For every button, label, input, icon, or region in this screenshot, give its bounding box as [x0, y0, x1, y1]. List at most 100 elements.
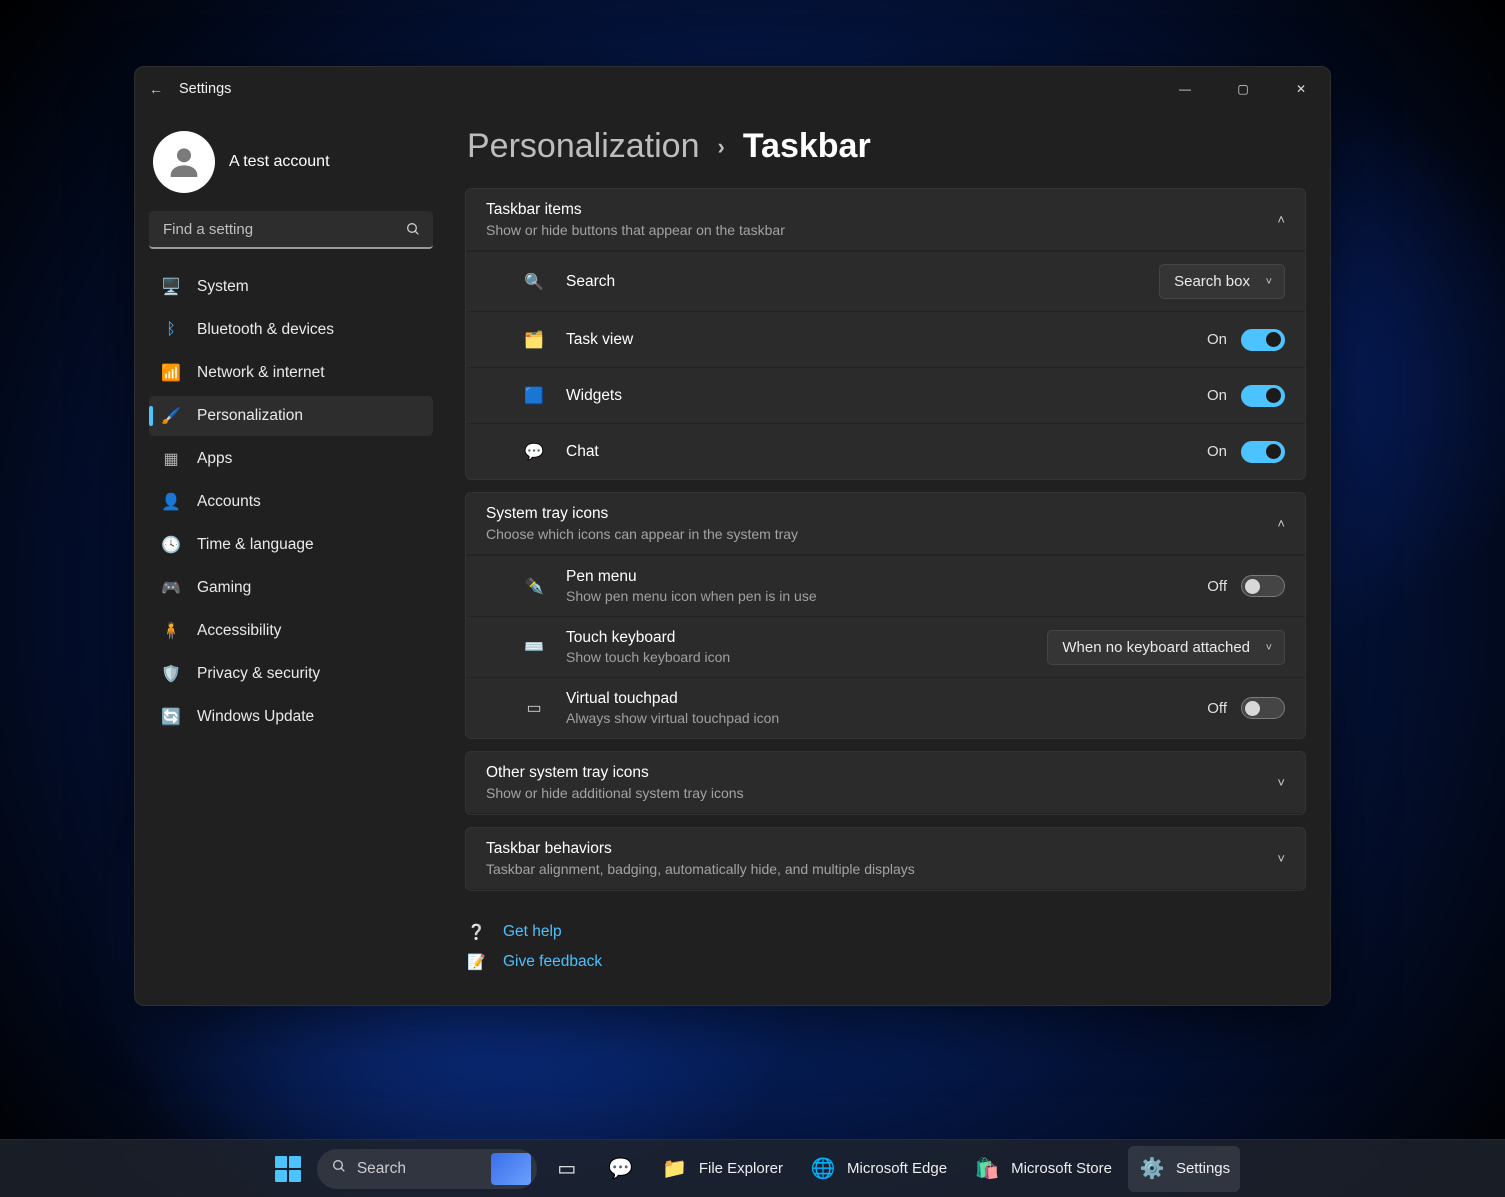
panel-subtitle: Taskbar alignment, badging, automaticall… — [486, 861, 1277, 877]
dropdown-touch-keyboard[interactable]: When no keyboard attached˅ — [1047, 630, 1285, 665]
toggle-state-label: Off — [1207, 578, 1227, 595]
sidebar-item-gaming[interactable]: 🎮 Gaming — [149, 568, 433, 608]
search-icon — [405, 221, 421, 241]
give-feedback-link[interactable]: 📝 Give feedback — [467, 953, 1304, 971]
row-title: Touch keyboard — [566, 629, 1047, 647]
nav-icon: 🖌️ — [161, 406, 181, 426]
nav-icon: 🎮 — [161, 578, 181, 598]
sidebar-item-apps[interactable]: ▦ Apps — [149, 439, 433, 479]
chat-button[interactable]: 💬 — [597, 1146, 645, 1192]
toggle-pen-menu[interactable] — [1241, 575, 1285, 597]
sidebar-item-accounts[interactable]: 👤 Accounts — [149, 482, 433, 522]
get-help-link[interactable]: ❔ Get help — [467, 923, 1304, 941]
system-tray-row-touch-keyboard: ⌨️ Touch keyboard Show touch keyboard ic… — [466, 616, 1305, 677]
nav-icon: 👤 — [161, 492, 181, 512]
row-subtitle: Show pen menu icon when pen is in use — [566, 588, 1207, 604]
nav-label: Gaming — [197, 579, 251, 597]
taskbar-app-settings[interactable]: ⚙️ Settings — [1128, 1146, 1240, 1192]
nav-icon: 🛡️ — [161, 664, 181, 684]
row-title: Search — [566, 273, 1159, 291]
nav-label: Privacy & security — [197, 665, 320, 683]
panel-taskbar-items: Taskbar items Show or hide buttons that … — [465, 188, 1306, 480]
panel-subtitle: Show or hide additional system tray icon… — [486, 785, 1277, 801]
row-title: Task view — [566, 331, 1207, 349]
sidebar-item-accessibility[interactable]: 🧍 Accessibility — [149, 611, 433, 651]
account-row[interactable]: A test account — [149, 125, 433, 211]
nav-label: Time & language — [197, 536, 314, 554]
toggle-task-view[interactable] — [1241, 329, 1285, 351]
chat-icon: 💬 — [522, 442, 546, 462]
breadcrumb-root[interactable]: Personalization — [467, 127, 699, 166]
panel-subtitle: Choose which icons can appear in the sys… — [486, 526, 1277, 542]
start-button[interactable] — [265, 1146, 311, 1192]
sidebar-nav: 🖥️ Systemᛒ Bluetooth & devices📶 Network … — [149, 267, 433, 737]
settings-search[interactable] — [149, 211, 433, 249]
panel-title: Taskbar behaviors — [486, 840, 1277, 858]
nav-label: Windows Update — [197, 708, 314, 726]
taskbar-search[interactable]: Search — [317, 1149, 537, 1189]
avatar-icon — [153, 131, 215, 193]
sidebar-item-network-internet[interactable]: 📶 Network & internet — [149, 353, 433, 393]
toggle-virtual-touchpad[interactable] — [1241, 697, 1285, 719]
taskbar-items-row-task-view: 🗂️ Task view On — [466, 311, 1305, 367]
search-icon — [331, 1158, 347, 1179]
toggle-state-label: On — [1207, 387, 1227, 404]
nav-label: Accounts — [197, 493, 261, 511]
sidebar-item-personalization[interactable]: 🖌️ Personalization — [149, 396, 433, 436]
dropdown-search[interactable]: Search box˅ — [1159, 264, 1285, 299]
minimize-button[interactable]: — — [1156, 67, 1214, 111]
taskbar-items-row-search: 🔍 Search Search box˅ — [466, 251, 1305, 311]
row-title: Widgets — [566, 387, 1207, 405]
pen-icon: ✒️ — [522, 576, 546, 596]
panel-header-other-tray[interactable]: Other system tray icons Show or hide add… — [466, 752, 1305, 814]
chevron-right-icon: › — [717, 134, 724, 160]
sidebar: A test account 🖥️ Systemᛒ Bluetooth & de… — [135, 111, 445, 1005]
toggle-widgets[interactable] — [1241, 385, 1285, 407]
panel-header-behaviors[interactable]: Taskbar behaviors Taskbar alignment, bad… — [466, 828, 1305, 890]
toggle-state-label: On — [1207, 443, 1227, 460]
sidebar-item-windows-update[interactable]: 🔄 Windows Update — [149, 697, 433, 737]
touchpad-icon: ▭ — [522, 698, 546, 718]
chevron-up-icon: ˄ — [1277, 516, 1285, 531]
toggle-state-label: On — [1207, 331, 1227, 348]
titlebar: ← Settings — ▢ ✕ — [135, 67, 1330, 111]
app-icon: 🛍️ — [973, 1155, 1001, 1183]
nav-label: Bluetooth & devices — [197, 321, 334, 339]
app-label: Microsoft Edge — [847, 1160, 947, 1177]
nav-icon: ▦ — [161, 449, 181, 469]
panel-other-tray: Other system tray icons Show or hide add… — [465, 751, 1306, 815]
toggle-chat[interactable] — [1241, 441, 1285, 463]
close-button[interactable]: ✕ — [1272, 67, 1330, 111]
taskbar-app-file-explorer[interactable]: 📁 File Explorer — [651, 1146, 793, 1192]
panel-header-taskbar-items[interactable]: Taskbar items Show or hide buttons that … — [466, 189, 1305, 251]
row-title: Pen menu — [566, 568, 1207, 586]
sidebar-item-privacy-security[interactable]: 🛡️ Privacy & security — [149, 654, 433, 694]
sidebar-item-time-language[interactable]: 🕓 Time & language — [149, 525, 433, 565]
nav-label: Accessibility — [197, 622, 281, 640]
chevron-down-icon: ˅ — [1266, 276, 1272, 288]
nav-icon: 🖥️ — [161, 277, 181, 297]
maximize-button[interactable]: ▢ — [1214, 67, 1272, 111]
nav-label: Personalization — [197, 407, 303, 425]
app-label: File Explorer — [699, 1160, 783, 1177]
settings-search-input[interactable] — [149, 211, 433, 249]
help-icon: ❔ — [467, 923, 485, 941]
back-button[interactable]: ← — [149, 81, 179, 97]
sidebar-item-bluetooth-devices[interactable]: ᛒ Bluetooth & devices — [149, 310, 433, 350]
breadcrumb-current: Taskbar — [743, 127, 871, 166]
taskview-button[interactable]: ▭ — [543, 1146, 591, 1192]
nav-icon: 🧍 — [161, 621, 181, 641]
chevron-down-icon: ˅ — [1277, 851, 1285, 866]
app-label: Settings — [1176, 1160, 1230, 1177]
taskview-icon: ▭ — [553, 1155, 581, 1183]
panel-header-system-tray[interactable]: System tray icons Choose which icons can… — [466, 493, 1305, 555]
search-illustration — [491, 1153, 531, 1185]
taskbar-app-microsoft-store[interactable]: 🛍️ Microsoft Store — [963, 1146, 1122, 1192]
app-icon: 🌐 — [809, 1155, 837, 1183]
taskbar-items-row-widgets: 🟦 Widgets On — [466, 367, 1305, 423]
os-taskbar: Search ▭ 💬 📁 File Explorer🌐 Microsoft Ed… — [0, 1139, 1505, 1197]
app-label: Microsoft Store — [1011, 1160, 1112, 1177]
feedback-icon: 📝 — [467, 953, 485, 971]
sidebar-item-system[interactable]: 🖥️ System — [149, 267, 433, 307]
taskbar-app-microsoft-edge[interactable]: 🌐 Microsoft Edge — [799, 1146, 957, 1192]
